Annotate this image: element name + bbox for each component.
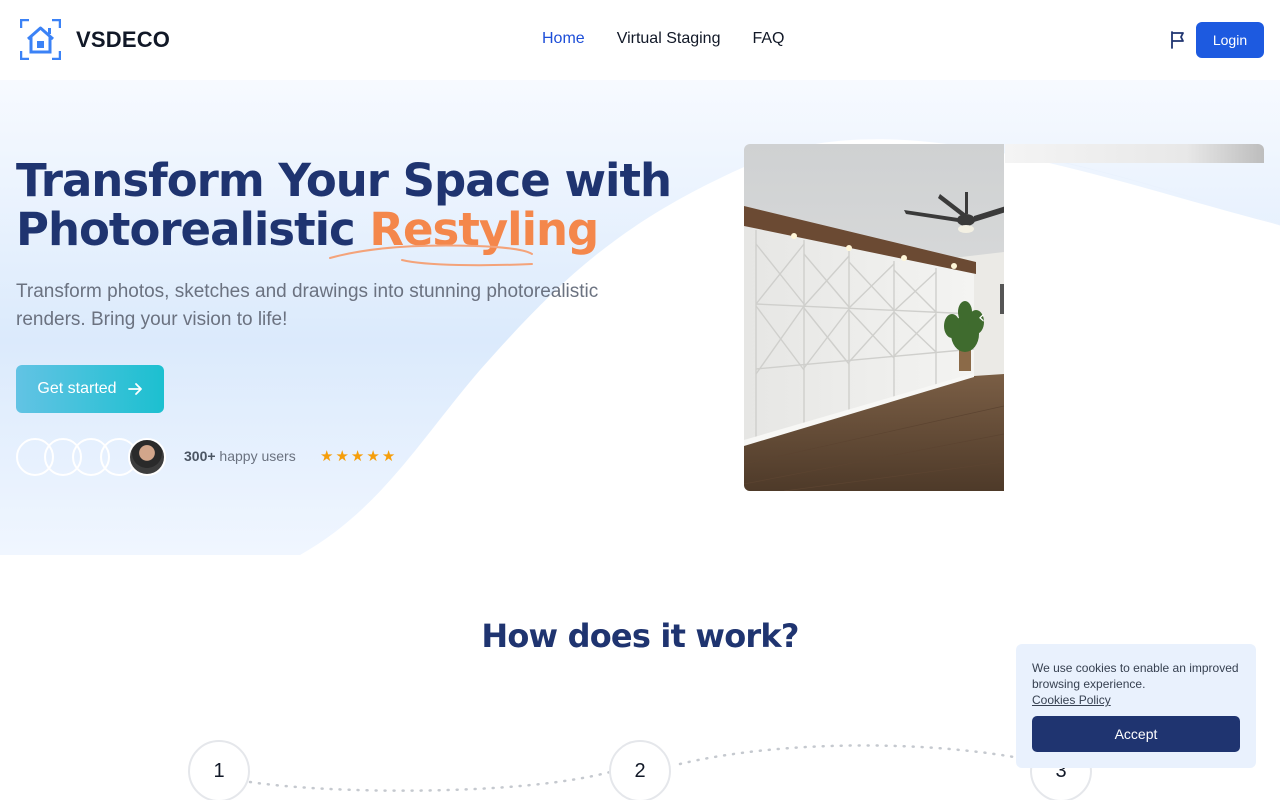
- login-button[interactable]: Login: [1196, 22, 1264, 58]
- happy-users-text: 300+ happy users: [184, 448, 296, 464]
- user-avatars: [16, 438, 172, 478]
- users-count: 300+: [184, 448, 216, 464]
- cookies-policy-link[interactable]: Cookies Policy: [1032, 692, 1240, 708]
- arrow-right-icon: [127, 383, 142, 395]
- hero-title-line2: Photorealistic: [16, 203, 370, 256]
- handwritten-underline-icon: [329, 244, 533, 267]
- step-2: 2: [609, 740, 671, 800]
- restyled-image-placeholder: [1005, 144, 1264, 163]
- cookie-banner: We use cookies to enable an improved bro…: [1016, 644, 1256, 768]
- get-started-label: Get started: [37, 380, 117, 397]
- nav-home[interactable]: Home: [542, 30, 585, 48]
- chevron-left-icon[interactable]: ‹: [978, 307, 985, 328]
- cookie-text: We use cookies to enable an improved bro…: [1032, 661, 1239, 691]
- star-icon: ★: [335, 447, 349, 465]
- users-label: happy users: [215, 448, 296, 464]
- room-photo: [744, 144, 1004, 491]
- accept-cookies-button[interactable]: Accept: [1032, 716, 1240, 752]
- nav-virtual-staging[interactable]: Virtual Staging: [617, 30, 721, 48]
- hero-subtitle: Transform photos, sketches and drawings …: [16, 281, 599, 330]
- nav-faq[interactable]: FAQ: [752, 30, 784, 48]
- hero-title-line1: Transform Your Space with: [16, 154, 672, 207]
- rating-stars: ★ ★ ★ ★ ★: [320, 447, 395, 465]
- get-started-button[interactable]: Get started: [16, 365, 164, 413]
- star-icon: ★: [366, 447, 380, 465]
- star-icon: ★: [350, 447, 365, 465]
- house-logo-icon[interactable]: [20, 19, 61, 60]
- flag-icon[interactable]: [1167, 29, 1189, 51]
- room-comparison-slider[interactable]: ‹: [744, 144, 1264, 491]
- site-header: VSDECO Home Virtual Staging FAQ Login: [0, 0, 1280, 80]
- star-icon: ★: [320, 447, 334, 465]
- avatar-photo: [128, 438, 166, 476]
- brand-name[interactable]: VSDECO: [76, 27, 170, 53]
- main-nav: Home Virtual Staging FAQ: [542, 30, 784, 48]
- step-1: 1: [188, 740, 250, 800]
- star-icon: ★: [381, 447, 396, 465]
